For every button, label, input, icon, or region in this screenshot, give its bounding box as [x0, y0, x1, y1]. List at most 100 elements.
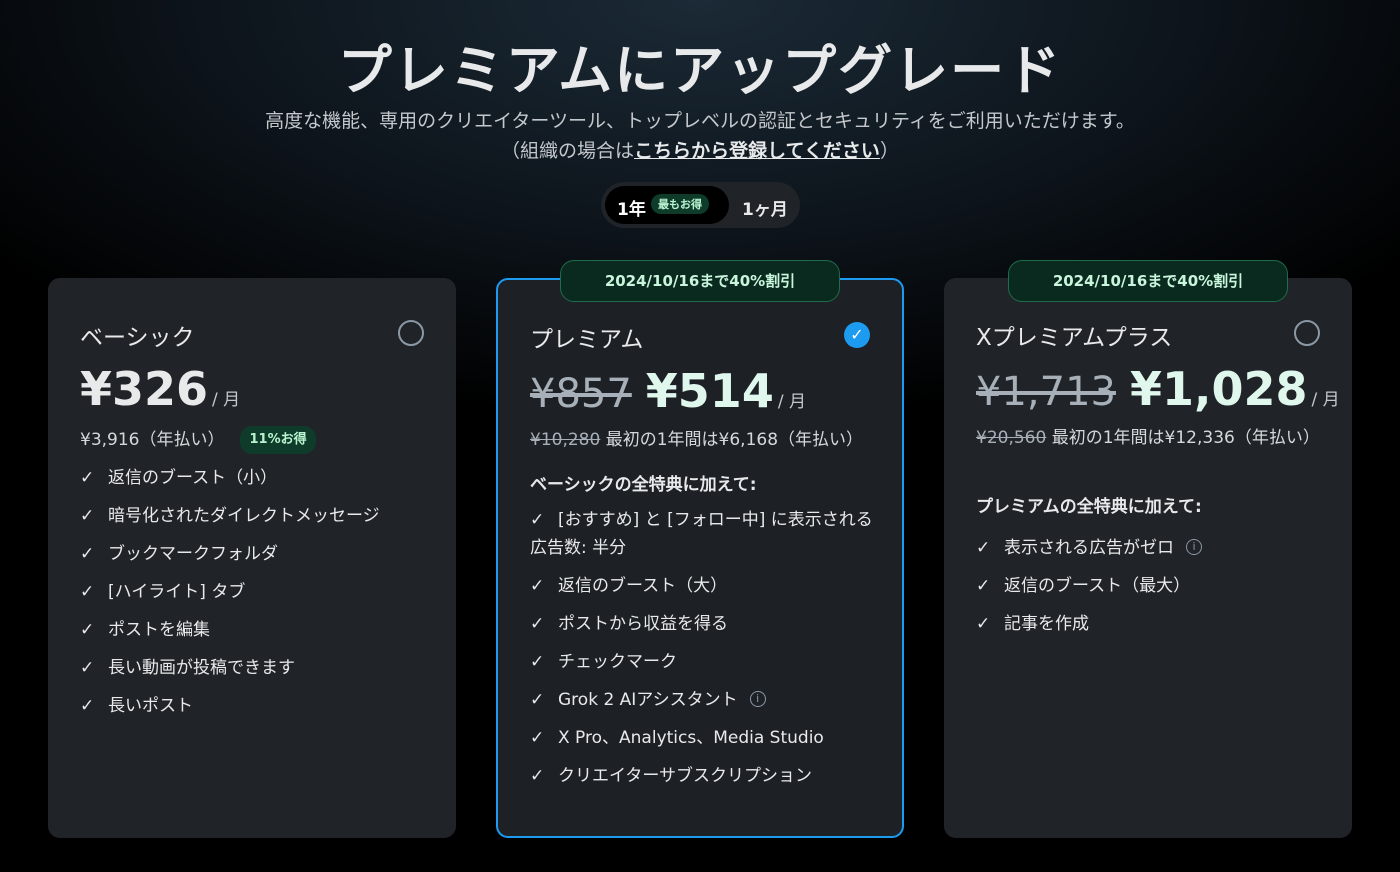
- feature-text: ポストを編集: [108, 620, 210, 640]
- feature-text: 返信のブースト（小）: [108, 468, 278, 488]
- price: ¥514: [645, 364, 774, 418]
- feature-text: [おすすめ] と [フォロー中] に表示される広告数: 半分: [530, 510, 873, 558]
- original-price: ¥1,713: [976, 369, 1116, 415]
- feature-item: ✓ 返信のブースト（小）: [80, 464, 430, 492]
- toggle-monthly-option[interactable]: 1ヶ月: [742, 195, 788, 220]
- annual-price: ¥3,916（年払い） 11%お得: [80, 426, 430, 454]
- feature-heading: ベーシックの全特典に加えて:: [530, 475, 757, 495]
- original-price: ¥857: [530, 371, 632, 417]
- subtitle-prefix: （組織の場合は: [501, 140, 635, 162]
- best-value-badge: 最もお得: [651, 194, 709, 214]
- original-annual-price: ¥20,560: [976, 428, 1047, 448]
- price-period: / 月: [777, 392, 806, 412]
- checkmark-icon: ✓: [976, 576, 991, 596]
- price: ¥326: [80, 362, 209, 416]
- feature-text: 暗号化されたダイレクトメッセージ: [108, 506, 380, 526]
- checkmark-icon: ✓: [530, 576, 545, 596]
- feature-item: ✓ チェックマーク: [530, 648, 880, 676]
- feature-text: ブックマークフォルダ: [108, 544, 278, 564]
- radio-checked-icon[interactable]: ✓: [844, 322, 870, 348]
- feature-item: ✓ [おすすめ] と [フォロー中] に表示される広告数: 半分: [530, 506, 880, 562]
- annual-price-text: ¥3,916（年払い）: [80, 430, 225, 450]
- annual-price-text: 最初の1年間は¥6,168（年払い）: [600, 430, 864, 450]
- radio-icon[interactable]: [398, 320, 424, 346]
- feature-text: [ハイライト] タブ: [108, 582, 246, 602]
- price-row: ¥326/ 月: [80, 362, 240, 416]
- feature-item: ✓ Grok 2 AIアシスタント i: [530, 686, 880, 714]
- feature-text: 表示される広告がゼロ: [1004, 538, 1174, 558]
- info-icon[interactable]: i: [749, 691, 766, 707]
- feature-item: ✓ X Pro、Analytics、Media Studio: [530, 724, 880, 752]
- feature-text: 長いポスト: [108, 696, 193, 716]
- checkmark-icon: ✓: [530, 652, 545, 672]
- promo-badge-premium: 2024/10/16まで40%割引: [560, 260, 840, 302]
- checkmark-icon: ✓: [530, 766, 545, 786]
- annual-price: ¥20,560 最初の1年間は¥12,336（年払い）: [976, 426, 1326, 450]
- plan-name: プレミアム: [530, 327, 644, 353]
- checkmark-icon: ✓: [530, 728, 545, 748]
- plan-name: Xプレミアムプラス: [976, 325, 1173, 351]
- checkmark-icon: ✓: [80, 658, 95, 678]
- subtitle-line: 高度な機能、専用のクリエイターツール、トップレベルの認証とセキュリティをご利用い…: [265, 110, 1135, 132]
- feature-item: ✓ 記事を作成: [976, 610, 1326, 638]
- price: ¥1,028: [1129, 362, 1308, 416]
- savings-badge: 11%お得: [240, 426, 316, 454]
- radio-icon[interactable]: [1294, 320, 1320, 346]
- feature-list: ✓ [おすすめ] と [フォロー中] に表示される広告数: 半分 ✓ 返信のブースト…: [530, 506, 880, 800]
- feature-list: ✓ 表示される広告がゼロ i ✓ 返信のブースト（最大） ✓ 記事を作成: [976, 534, 1326, 648]
- feature-heading: プレミアムの全特典に加えて:: [976, 497, 1202, 517]
- feature-text: 長い動画が投稿できます: [108, 658, 295, 678]
- feature-item: ✓ 長い動画が投稿できます: [80, 654, 430, 682]
- subtitle-suffix: ）: [879, 140, 899, 162]
- toggle-yearly-label[interactable]: 1年: [617, 195, 646, 220]
- feature-text: 返信のブースト（大）: [558, 576, 728, 596]
- promo-badge-premium-plus: 2024/10/16まで40%割引: [1008, 260, 1288, 302]
- page-subtitle: 高度な機能、専用のクリエイターツール、トップレベルの認証とセキュリティをご利用い…: [0, 106, 1400, 166]
- feature-item: ✓ ポストから収益を得る: [530, 610, 880, 638]
- annual-price-text: 最初の1年間は¥12,336（年払い）: [1046, 428, 1320, 448]
- plan-card-basic[interactable]: ベーシック ¥326/ 月 ¥3,916（年払い） 11%お得 ✓ 返信のブースト（…: [48, 278, 456, 838]
- checkmark-icon: ✓: [80, 544, 95, 564]
- checkmark-icon: ✓: [976, 538, 991, 558]
- feature-list: ✓ 返信のブースト（小） ✓ 暗号化されたダイレクトメッセージ ✓ ブックマークフォル…: [80, 464, 430, 730]
- feature-text: 返信のブースト（最大）: [1004, 576, 1191, 596]
- feature-item: ✓ ポストを編集: [80, 616, 430, 644]
- checkmark-icon: ✓: [80, 582, 95, 602]
- feature-item: ✓ ブックマークフォルダ: [80, 540, 430, 568]
- subtitle-org-line: （組織の場合はこちらから登録してください）: [0, 136, 1400, 166]
- feature-item: ✓ 暗号化されたダイレクトメッセージ: [80, 502, 430, 530]
- billing-period-toggle: 1年 最もお得 1ヶ月: [601, 182, 800, 228]
- checkmark-icon: ✓: [530, 614, 545, 634]
- checkmark-icon: ✓: [530, 510, 545, 530]
- feature-text: X Pro、Analytics、Media Studio: [558, 728, 824, 748]
- page-title: プレミアムにアップグレード: [337, 39, 1063, 102]
- feature-item: ✓ 返信のブースト（最大）: [976, 572, 1326, 600]
- checkmark-icon: ✓: [80, 468, 95, 488]
- price-row: ¥857 ¥514/ 月: [530, 364, 806, 418]
- feature-text: Grok 2 AIアシスタント: [558, 690, 738, 710]
- plan-card-premium[interactable]: プレミアム ✓ ¥857 ¥514/ 月 ¥10,280 最初の1年間は¥6,16…: [496, 278, 904, 838]
- plan-name: ベーシック: [80, 325, 195, 351]
- price-period: / 月: [1311, 390, 1340, 410]
- feature-text: チェックマーク: [558, 652, 677, 672]
- original-annual-price: ¥10,280: [530, 430, 601, 450]
- price-row: ¥1,713 ¥1,028/ 月: [976, 362, 1340, 416]
- feature-text: 記事を作成: [1004, 614, 1089, 634]
- price-period: / 月: [212, 390, 241, 410]
- annual-price: ¥10,280 最初の1年間は¥6,168（年払い）: [530, 428, 880, 452]
- feature-item: ✓ 表示される広告がゼロ i: [976, 534, 1326, 562]
- org-register-link[interactable]: こちらから登録してください: [634, 140, 880, 162]
- checkmark-icon: ✓: [530, 690, 545, 710]
- info-icon[interactable]: i: [1186, 539, 1202, 555]
- feature-text: ポストから収益を得る: [558, 614, 728, 634]
- checkmark-icon: ✓: [80, 620, 95, 640]
- feature-item: ✓ 長いポスト: [80, 692, 430, 720]
- feature-item: ✓ [ハイライト] タブ: [80, 578, 430, 606]
- plan-card-premium-plus[interactable]: Xプレミアムプラス ¥1,713 ¥1,028/ 月 ¥20,560 最初の1年間…: [944, 278, 1352, 838]
- feature-text: クリエイターサブスクリプション: [558, 766, 812, 786]
- feature-item: ✓ クリエイターサブスクリプション: [530, 762, 880, 790]
- feature-item: ✓ 返信のブースト（大）: [530, 572, 880, 600]
- checkmark-icon: ✓: [80, 696, 95, 716]
- checkmark-icon: ✓: [80, 506, 95, 526]
- checkmark-icon: ✓: [976, 614, 991, 634]
